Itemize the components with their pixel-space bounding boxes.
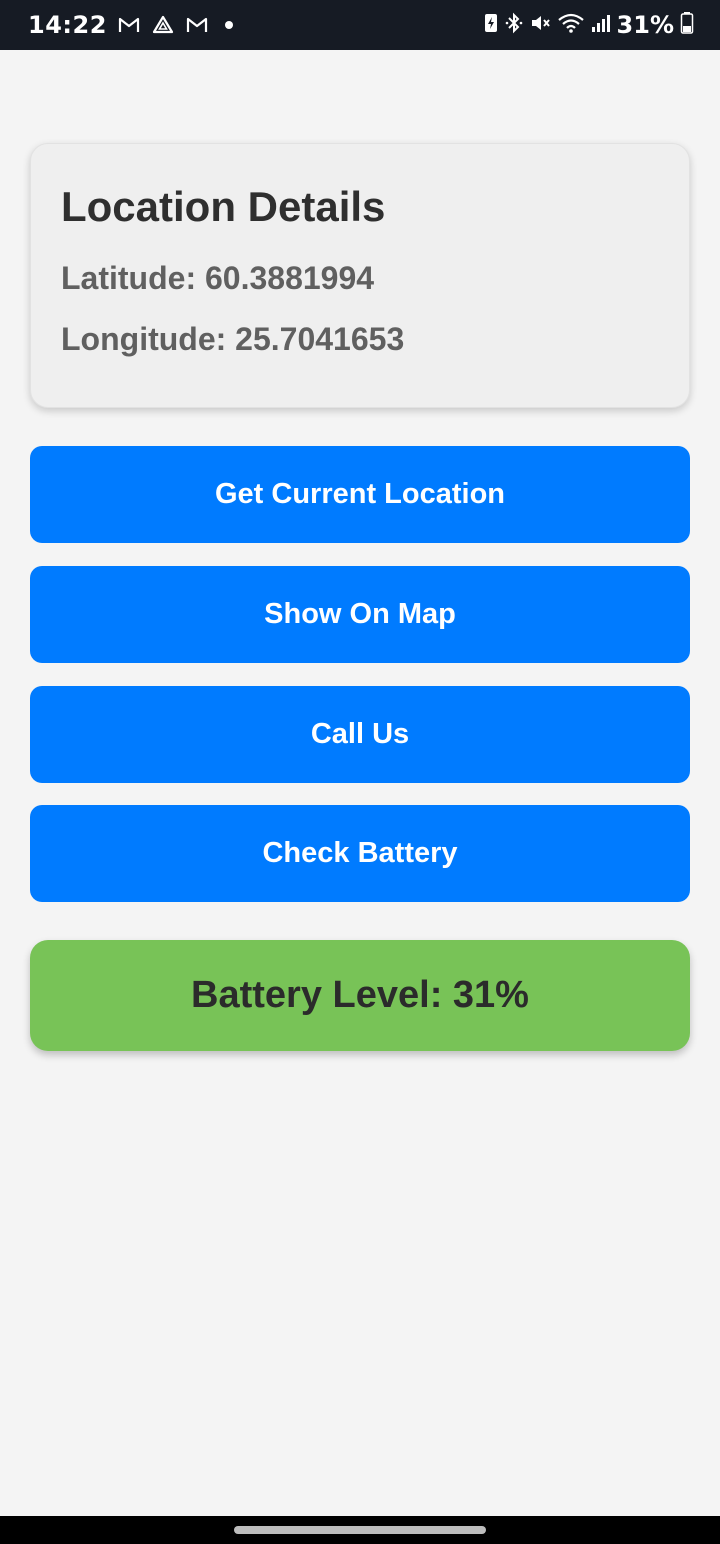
drive-icon <box>151 14 175 36</box>
latitude-text: Latitude: 60.3881994 <box>61 260 375 296</box>
status-bar-left: 14:22 <box>28 0 233 50</box>
wifi-icon <box>557 12 585 39</box>
mute-icon <box>529 12 551 39</box>
get-current-location-button[interactable]: Get Current Location <box>30 446 690 543</box>
battery-level-box: Battery Level: 31% <box>30 940 690 1051</box>
battery-level-text: Battery Level: 31% <box>191 974 529 1016</box>
battery-icon <box>680 11 694 40</box>
battery-saver-icon <box>483 12 499 39</box>
status-time: 14:22 <box>28 11 107 39</box>
show-on-map-button[interactable]: Show On Map <box>30 566 690 663</box>
card-title: Location Details <box>61 183 386 230</box>
check-battery-button[interactable]: Check Battery <box>30 805 690 902</box>
navigation-bar <box>0 1516 720 1544</box>
longitude-text: Longitude: 25.7041653 <box>61 321 405 357</box>
home-indicator[interactable] <box>234 1526 486 1534</box>
gmail-icon <box>185 15 209 35</box>
status-bar: 14:22 31% <box>0 0 720 50</box>
status-bar-right: 31% <box>483 0 694 50</box>
signal-icon <box>591 12 611 39</box>
call-us-button[interactable]: Call Us <box>30 686 690 783</box>
location-details-card: Location Details Latitude: 60.3881994 Lo… <box>30 143 690 408</box>
gmail-icon <box>117 15 141 35</box>
status-battery-percent: 31% <box>616 11 674 39</box>
bluetooth-icon <box>505 12 523 39</box>
more-notifications-dot-icon <box>224 21 233 29</box>
